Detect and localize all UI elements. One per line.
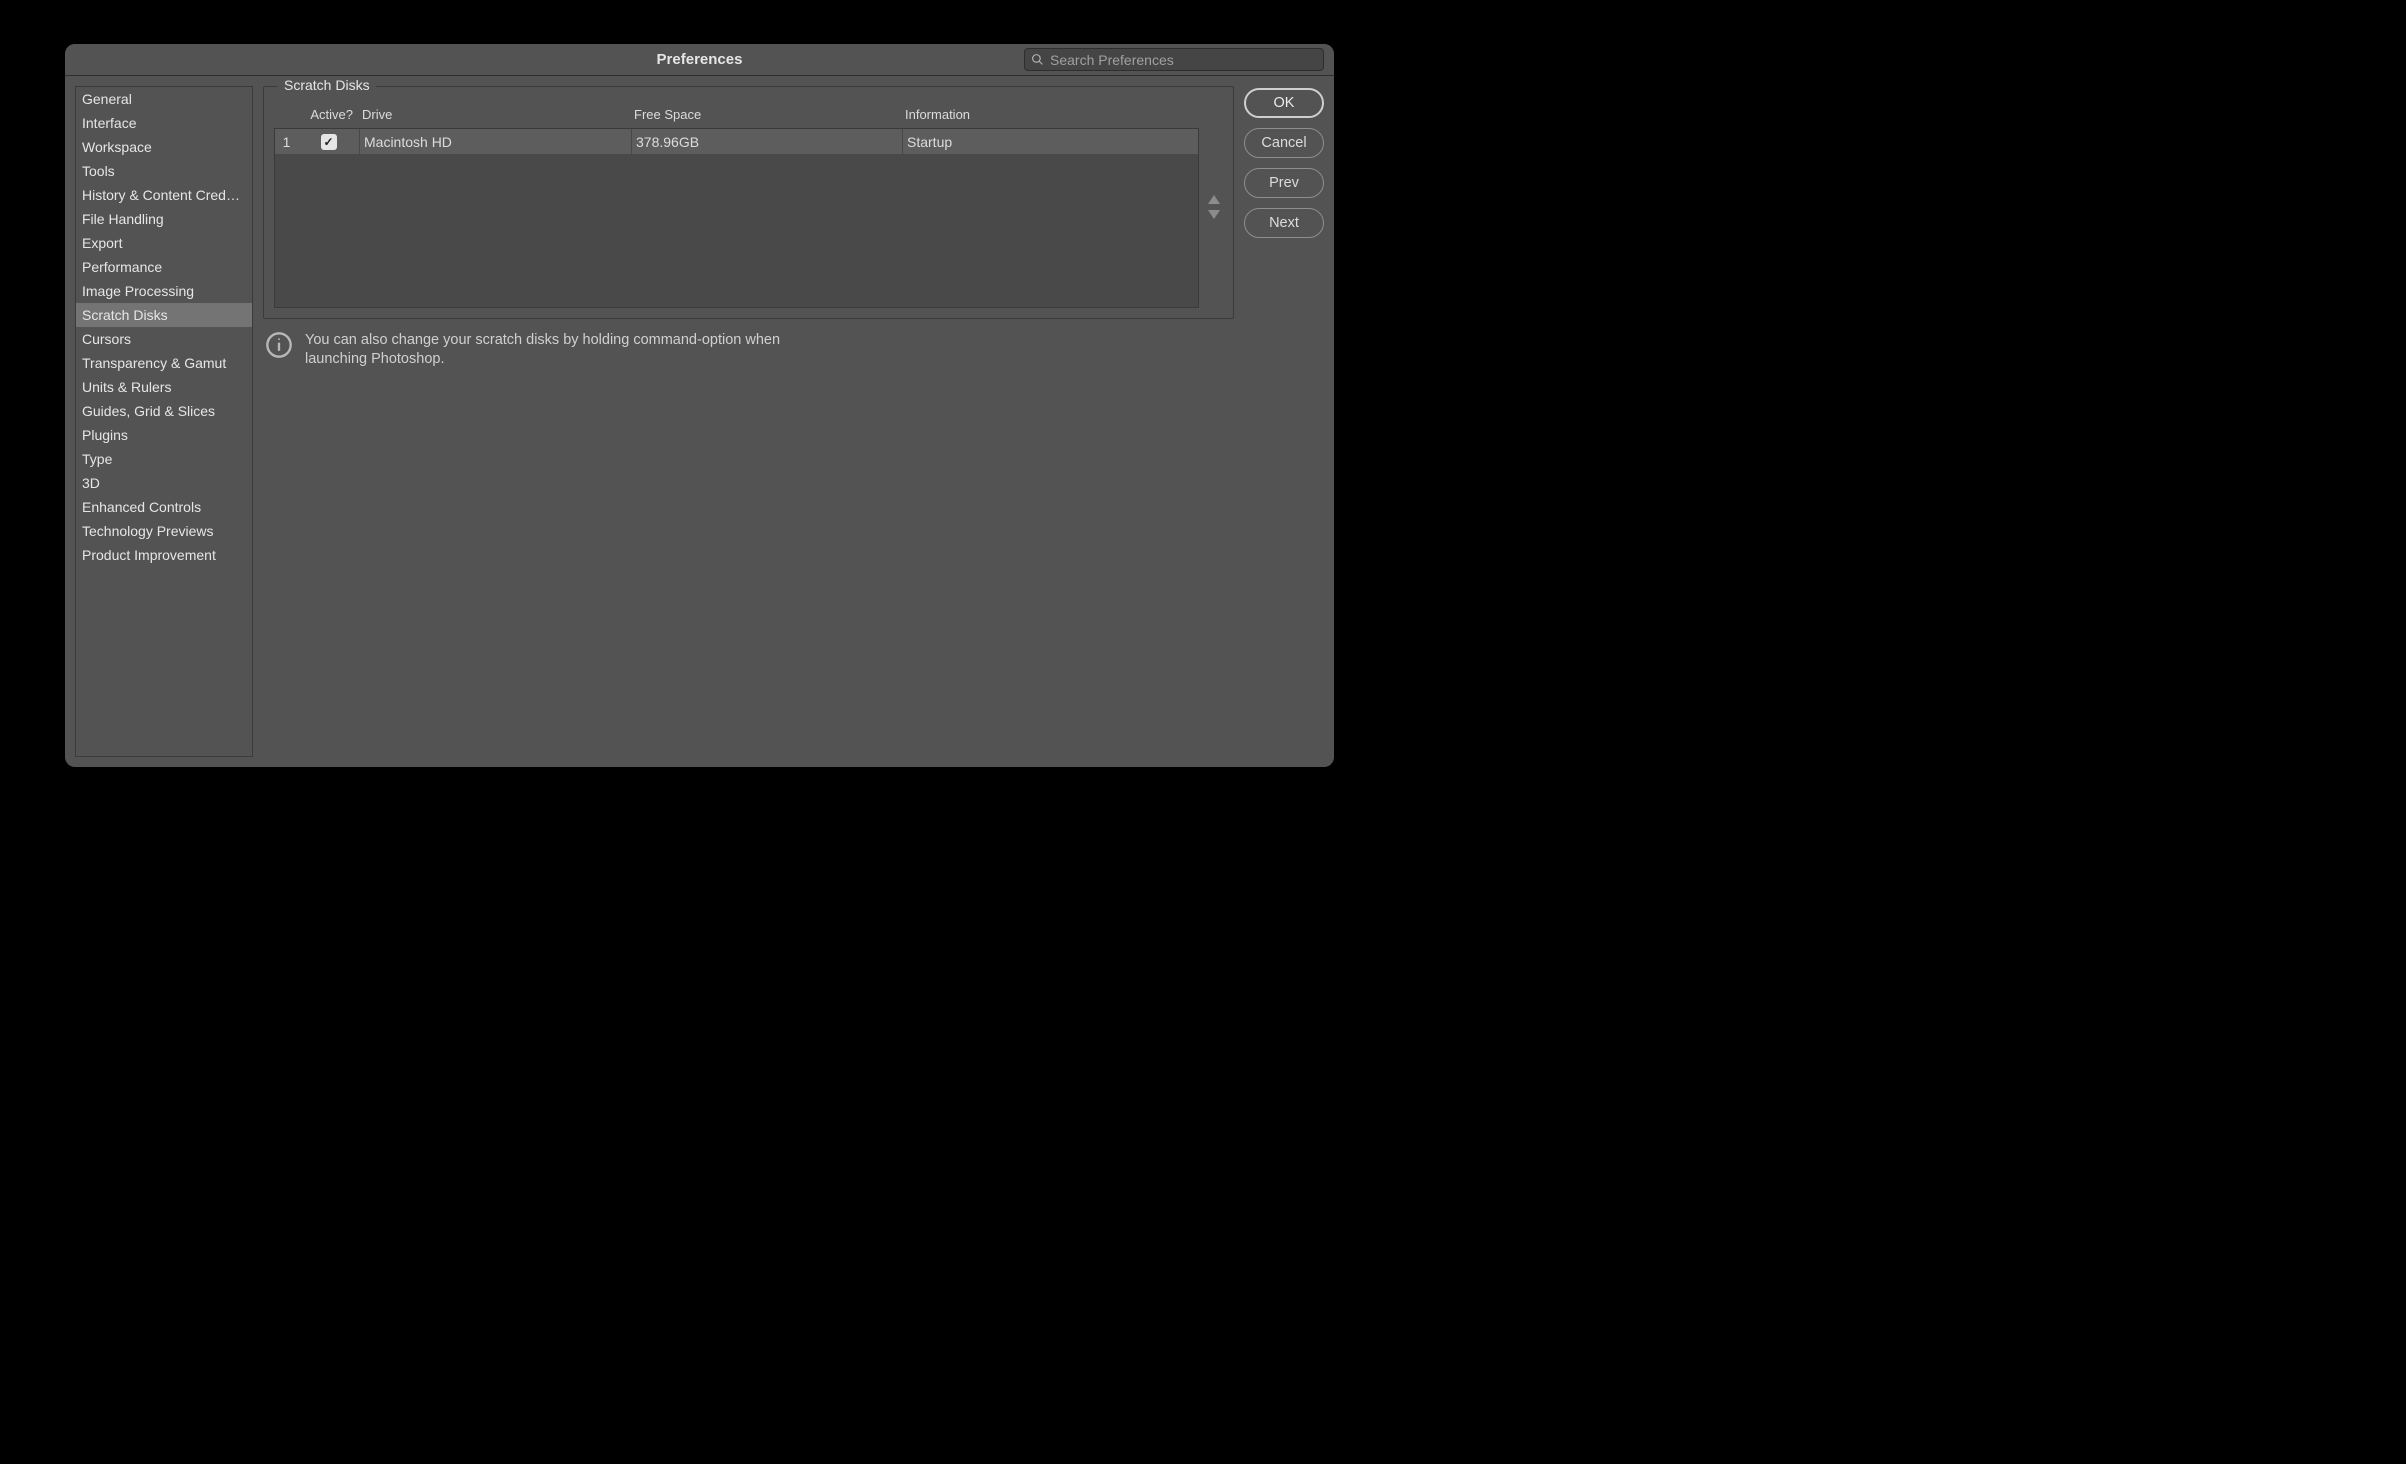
row-information: Startup bbox=[902, 129, 1198, 154]
row-index: 1 bbox=[275, 129, 299, 154]
center-panel: Scratch Disks Active? Drive Free Space I… bbox=[263, 86, 1234, 757]
window-body: GeneralInterfaceWorkspaceToolsHistory & … bbox=[65, 76, 1334, 767]
col-header-active: Active? bbox=[298, 107, 358, 122]
row-free-space: 378.96GB bbox=[631, 129, 902, 154]
table-row[interactable]: 1 ✓ Macintosh HD378.96GBStartup bbox=[275, 129, 1198, 155]
sidebar-item-file-handling[interactable]: File Handling bbox=[76, 207, 252, 231]
sidebar-item-general[interactable]: General bbox=[76, 87, 252, 111]
sidebar-item-history-content-credentials[interactable]: History & Content Credentials bbox=[76, 183, 252, 207]
move-down-icon[interactable] bbox=[1208, 210, 1220, 219]
scratch-disks-group: Scratch Disks Active? Drive Free Space I… bbox=[263, 86, 1234, 319]
sidebar-item-guides-grid-slices[interactable]: Guides, Grid & Slices bbox=[76, 399, 252, 423]
sidebar-item-transparency-gamut[interactable]: Transparency & Gamut bbox=[76, 351, 252, 375]
scratch-disks-table: Active? Drive Free Space Information 1 ✓ M… bbox=[274, 105, 1223, 308]
search-icon bbox=[1031, 53, 1044, 66]
search-field-wrap[interactable] bbox=[1024, 48, 1324, 71]
move-up-icon[interactable] bbox=[1208, 195, 1220, 204]
sidebar: GeneralInterfaceWorkspaceToolsHistory & … bbox=[75, 86, 253, 757]
sidebar-item-plugins[interactable]: Plugins bbox=[76, 423, 252, 447]
group-legend: Scratch Disks bbox=[278, 77, 376, 93]
table-header: Active? Drive Free Space Information bbox=[274, 105, 1199, 128]
sidebar-item-tools[interactable]: Tools bbox=[76, 159, 252, 183]
sidebar-item-image-processing[interactable]: Image Processing bbox=[76, 279, 252, 303]
sidebar-item-3d[interactable]: 3D bbox=[76, 471, 252, 495]
search-input[interactable] bbox=[1050, 52, 1317, 68]
sidebar-item-product-improvement[interactable]: Product Improvement bbox=[76, 543, 252, 567]
window-title: Preferences bbox=[657, 51, 743, 68]
sidebar-item-enhanced-controls[interactable]: Enhanced Controls bbox=[76, 495, 252, 519]
sidebar-item-export[interactable]: Export bbox=[76, 231, 252, 255]
titlebar: Preferences bbox=[65, 44, 1334, 76]
sidebar-item-performance[interactable]: Performance bbox=[76, 255, 252, 279]
sidebar-item-workspace[interactable]: Workspace bbox=[76, 135, 252, 159]
active-checkbox[interactable]: ✓ bbox=[321, 134, 337, 150]
sidebar-item-cursors[interactable]: Cursors bbox=[76, 327, 252, 351]
prev-button[interactable]: Prev bbox=[1244, 168, 1324, 198]
sidebar-item-interface[interactable]: Interface bbox=[76, 111, 252, 135]
row-drive: Macintosh HD bbox=[359, 129, 631, 154]
reorder-arrows bbox=[1205, 105, 1223, 308]
col-header-drive: Drive bbox=[358, 107, 630, 122]
info-icon bbox=[265, 331, 293, 359]
col-header-info: Information bbox=[901, 107, 1199, 122]
sidebar-item-units-rulers[interactable]: Units & Rulers bbox=[76, 375, 252, 399]
cancel-button[interactable]: Cancel bbox=[1244, 128, 1324, 158]
col-header-free: Free Space bbox=[630, 107, 901, 122]
col-header-index bbox=[274, 107, 298, 122]
sidebar-item-scratch-disks[interactable]: Scratch Disks bbox=[76, 303, 252, 327]
next-button[interactable]: Next bbox=[1244, 208, 1324, 238]
ok-button[interactable]: OK bbox=[1244, 88, 1324, 118]
row-active-cell: ✓ bbox=[299, 129, 359, 154]
preferences-window: Preferences GeneralInterfaceWorkspaceToo… bbox=[65, 44, 1334, 767]
dialog-buttons: OK Cancel Prev Next bbox=[1244, 86, 1324, 757]
hint-text: You can also change your scratch disks b… bbox=[305, 331, 825, 369]
table-body: 1 ✓ Macintosh HD378.96GBStartup bbox=[274, 128, 1199, 308]
table-main: Active? Drive Free Space Information 1 ✓ M… bbox=[274, 105, 1199, 308]
sidebar-item-type[interactable]: Type bbox=[76, 447, 252, 471]
sidebar-item-technology-previews[interactable]: Technology Previews bbox=[76, 519, 252, 543]
hint-row: You can also change your scratch disks b… bbox=[263, 327, 1234, 373]
